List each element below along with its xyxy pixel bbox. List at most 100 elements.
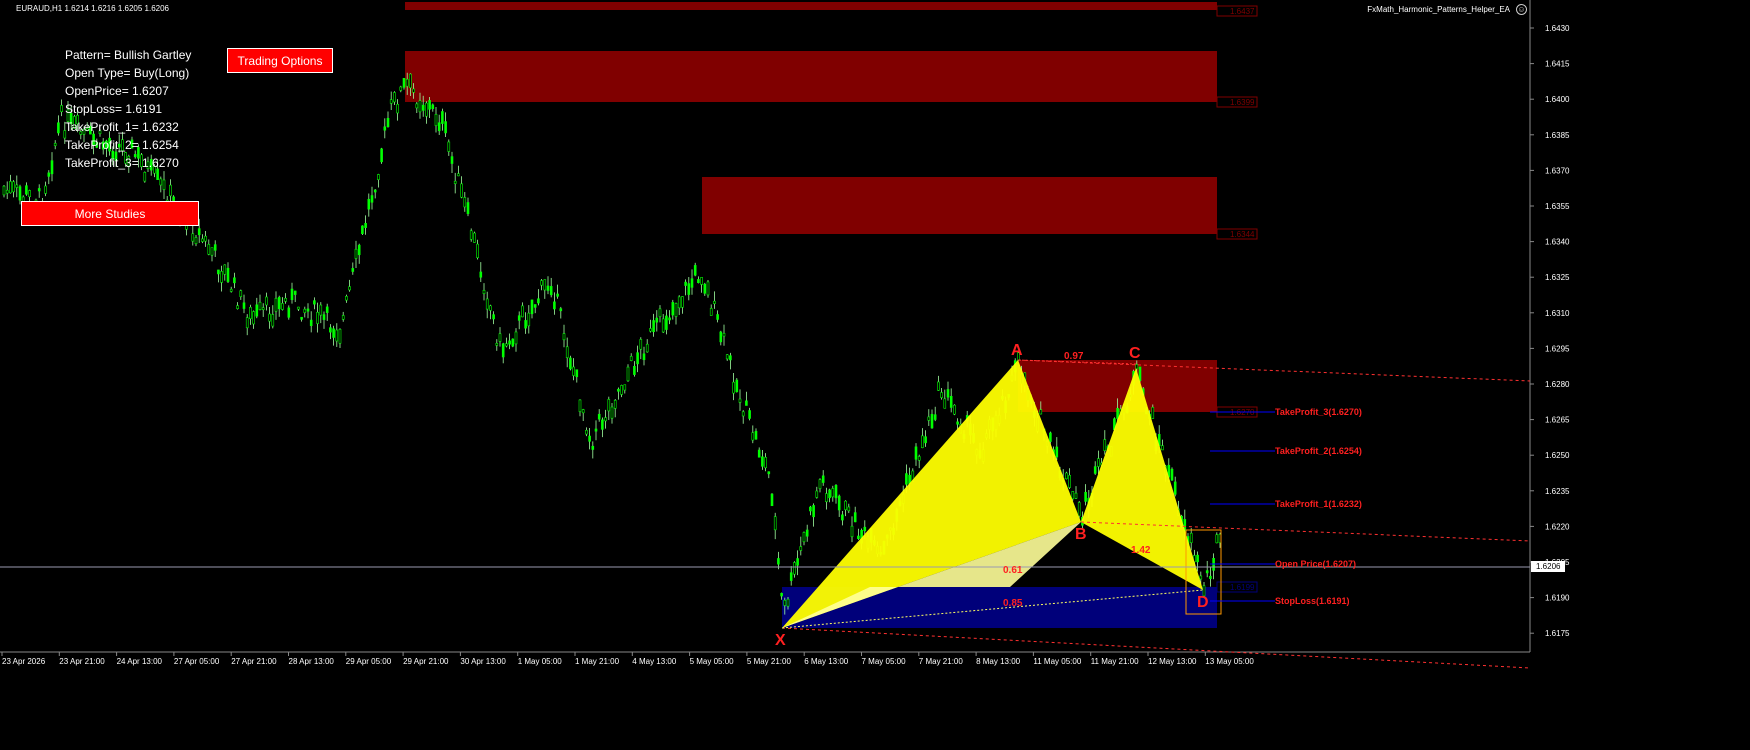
- candle-body: [732, 381, 735, 394]
- candle-body: [610, 406, 614, 419]
- time-tick-label: 5 May 21:00: [747, 657, 792, 666]
- candle-body: [50, 160, 54, 175]
- candle-body: [821, 475, 825, 483]
- candle-body: [693, 265, 697, 276]
- candle-body: [143, 171, 147, 182]
- candle-body: [44, 185, 47, 194]
- candle-body: [428, 100, 431, 110]
- more-studies-button[interactable]: More Studies: [21, 201, 199, 226]
- candle-body: [601, 419, 604, 430]
- candle-body: [319, 304, 323, 316]
- candle-body: [421, 104, 425, 111]
- candle-body: [226, 267, 230, 282]
- supply-zone-1: [405, 51, 1217, 102]
- candle-body: [242, 302, 246, 309]
- candle-body: [25, 185, 28, 195]
- candle-body: [309, 319, 313, 327]
- candle-body: [1049, 432, 1052, 442]
- candle-body: [447, 141, 451, 152]
- stoploss-label: StopLoss(1.6191): [1275, 596, 1350, 606]
- candle-body: [1161, 445, 1164, 451]
- price-tick-label: 1.6415: [1545, 60, 1570, 69]
- ratio-xb-label: 0.61: [1003, 565, 1023, 576]
- candle-body: [572, 366, 575, 376]
- candle-body: [1103, 439, 1107, 451]
- candle-body: [1097, 458, 1100, 467]
- candle-body: [1074, 492, 1078, 499]
- candle-body: [249, 306, 252, 319]
- price-tick-label: 1.6295: [1545, 344, 1570, 353]
- candle-body: [316, 312, 319, 324]
- candle-body: [482, 289, 486, 294]
- candle-body: [297, 306, 300, 310]
- price-tick-label: 1.6280: [1545, 380, 1570, 389]
- point-c-label: C: [1129, 345, 1141, 362]
- candle-body: [1196, 554, 1199, 563]
- candle-body: [511, 338, 515, 347]
- candle-body: [450, 156, 454, 164]
- candle-body: [585, 429, 588, 435]
- candle-body: [377, 174, 380, 180]
- candle-body: [857, 535, 860, 539]
- trading-options-button[interactable]: Trading Options: [227, 48, 333, 73]
- candle-body: [697, 279, 700, 284]
- time-tick-label: 29 Apr 05:00: [346, 657, 392, 666]
- time-tick-label: 6 May 13:00: [804, 657, 849, 666]
- candle-body: [802, 532, 806, 543]
- info-stop-loss: StopLoss= 1.6191: [65, 102, 163, 116]
- candle-body: [1199, 575, 1203, 580]
- candle-body: [229, 288, 233, 292]
- candle-body: [2, 185, 6, 196]
- candle-body: [613, 400, 617, 409]
- candle-body: [1084, 491, 1087, 502]
- candle-body: [261, 307, 265, 311]
- time-tick-label: 28 Apr 13:00: [289, 657, 335, 666]
- candle-body: [703, 283, 707, 294]
- candle-body: [437, 122, 441, 132]
- candle-body: [825, 493, 828, 503]
- candle-body: [9, 181, 12, 194]
- candle-body: [169, 184, 172, 197]
- candle-body: [1189, 532, 1193, 543]
- candle-body: [751, 432, 755, 441]
- candle-body: [335, 329, 339, 342]
- ratio-xd-label: 0.85: [1003, 598, 1023, 609]
- candle-body: [786, 598, 790, 607]
- candle-body: [517, 315, 521, 321]
- candle-body: [351, 268, 355, 272]
- symbol-header: EURAUD,H1 1.6214 1.6216 1.6205 1.6206: [16, 4, 169, 13]
- time-tick-label: 11 May 05:00: [1033, 657, 1081, 666]
- candle-body: [409, 73, 412, 89]
- candle-body: [1215, 534, 1219, 544]
- time-tick-label: 5 May 05:00: [690, 657, 735, 666]
- candle-body: [546, 285, 550, 291]
- candle-body: [604, 417, 607, 422]
- candle-body: [15, 184, 19, 188]
- candle-body: [306, 308, 310, 312]
- candle-body: [709, 308, 713, 316]
- candle-body: [597, 413, 601, 420]
- candle-body: [47, 172, 51, 177]
- candle-body: [850, 525, 854, 538]
- candle-body: [313, 300, 316, 305]
- candle-body: [370, 195, 374, 203]
- candle-body: [681, 296, 684, 308]
- candle-body: [844, 500, 847, 511]
- candle-body: [930, 414, 934, 429]
- candle-body: [620, 385, 623, 395]
- info-open-type: Open Type= Buy(Long): [65, 66, 190, 80]
- price-chart[interactable]: 1.6437 1.6399 1.6344 1.6270 1.6199 TakeP…: [0, 0, 1750, 750]
- candle-body: [953, 404, 956, 415]
- candle-body: [588, 435, 591, 442]
- candle-body: [783, 599, 787, 606]
- candle-body: [293, 290, 297, 295]
- smiley-icon[interactable]: ☺: [1516, 4, 1527, 15]
- candle-body: [607, 399, 611, 412]
- candle-body: [508, 340, 511, 345]
- supply-zone-2: [702, 177, 1217, 234]
- candle-body: [1173, 481, 1177, 495]
- candle-body: [357, 244, 361, 256]
- candle-body: [425, 102, 428, 117]
- point-x-label: X: [775, 632, 786, 649]
- candle-body: [213, 244, 217, 251]
